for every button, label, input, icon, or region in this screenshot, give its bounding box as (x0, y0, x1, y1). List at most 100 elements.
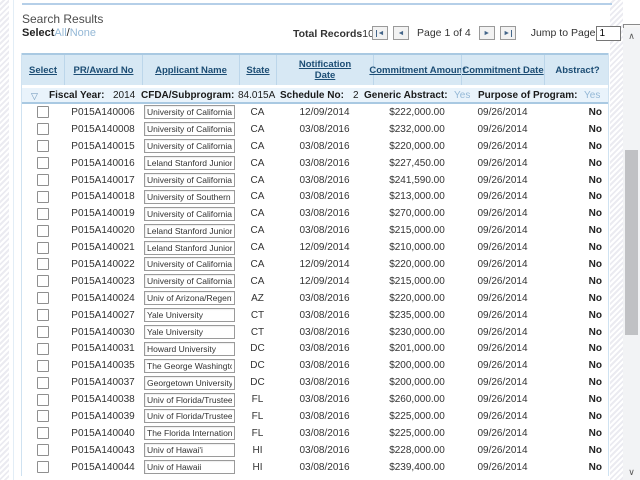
notification-date: 12/09/2014 (276, 107, 373, 118)
applicant-name-input[interactable] (144, 224, 235, 238)
applicant-name-input[interactable] (144, 105, 235, 119)
row-checkbox[interactable] (37, 394, 49, 406)
row-checkbox[interactable] (37, 275, 49, 287)
scroll-down-icon[interactable]: ∨ (623, 464, 640, 480)
cfda-subprogram-label: CFDA/Subprogram: (141, 88, 234, 104)
row-checkbox[interactable] (37, 140, 49, 152)
select-all-link[interactable]: All (54, 27, 66, 39)
row-checkbox[interactable] (37, 258, 49, 270)
applicant-name-input[interactable] (144, 460, 235, 474)
vertical-scrollbar[interactable]: ∧ ∨ (623, 28, 640, 480)
row-checkbox[interactable] (37, 309, 49, 321)
commitment-date: 09/26/2014 (461, 360, 544, 371)
column-header-applicant-name[interactable]: Applicant Name (142, 55, 239, 85)
generic-abstract-link[interactable]: Yes (454, 88, 470, 104)
commitment-date: 09/26/2014 (461, 242, 544, 253)
applicant-name-input[interactable] (144, 426, 235, 440)
state: FL (239, 428, 276, 439)
commitment-date: 09/26/2014 (461, 377, 544, 388)
commitment-date: 09/26/2014 (461, 411, 544, 422)
applicant-name-input[interactable] (144, 241, 235, 255)
first-page-button[interactable]: ◄ (372, 26, 388, 40)
notification-date: 03/08/2016 (276, 327, 373, 338)
pr-award-no: P015A140019 (64, 208, 142, 219)
applicant-name-input[interactable] (144, 409, 235, 423)
applicant-name-input[interactable] (144, 291, 235, 305)
select-none-link[interactable]: None (70, 27, 96, 39)
applicant-name-input[interactable] (144, 325, 235, 339)
pr-award-no: P015A140021 (64, 242, 142, 253)
last-page-button[interactable]: ► (500, 26, 516, 40)
applicant-name-input[interactable] (144, 122, 235, 136)
applicant-name-input[interactable] (144, 274, 235, 288)
purpose-of-program-link[interactable]: Yes (584, 88, 600, 104)
row-checkbox[interactable] (37, 461, 49, 473)
applicant-name-input[interactable] (144, 342, 235, 356)
column-header-select[interactable]: Select (22, 55, 64, 85)
applicant-name-input[interactable] (144, 257, 235, 271)
commitment-date: 09/26/2014 (461, 175, 544, 186)
row-checkbox[interactable] (37, 208, 49, 220)
previous-page-button[interactable]: ◄ (393, 26, 409, 40)
column-header-notification-date[interactable]: Notification Date (276, 55, 373, 85)
collapse-expander-icon[interactable]: ▽ (31, 88, 38, 104)
row-checkbox[interactable] (37, 427, 49, 439)
row-checkbox[interactable] (37, 225, 49, 237)
applicant-name-input[interactable] (144, 156, 235, 170)
row-checkbox[interactable] (37, 174, 49, 186)
applicant-name-input[interactable] (144, 139, 235, 153)
row-checkbox[interactable] (37, 157, 49, 169)
column-header-pr-award-no[interactable]: PR/Award No (64, 55, 142, 85)
row-checkbox[interactable] (37, 191, 49, 203)
notification-date: 03/08/2016 (276, 191, 373, 202)
row-checkbox[interactable] (37, 444, 49, 456)
purpose-of-program-label: Purpose of Program: (478, 88, 577, 104)
pagination: ◄ ◄ Page 1 of 4 ► ► Jump to Page Go (372, 24, 640, 42)
content-left-border (13, 0, 14, 480)
page-title: Search Results (22, 12, 103, 26)
row-checkbox[interactable] (37, 123, 49, 135)
column-header-commitment-date[interactable]: Commitment Date (461, 55, 544, 85)
column-header-abstract: Abstract? (544, 55, 610, 85)
notification-date: 03/08/2016 (276, 445, 373, 456)
scrollbar-thumb[interactable] (625, 150, 638, 335)
applicant-name-input[interactable] (144, 443, 235, 457)
abstract-value: No (544, 360, 610, 371)
column-header-commitment-amount[interactable]: Commitment Amount (373, 55, 461, 85)
row-checkbox[interactable] (37, 242, 49, 254)
commitment-date: 09/26/2014 (461, 343, 544, 354)
column-header-state[interactable]: State (239, 55, 276, 85)
applicant-name-input[interactable] (144, 190, 235, 204)
applicant-name-input[interactable] (144, 359, 235, 373)
table-row: P015A140021 CA 12/09/2014 $210,000.00 09… (22, 239, 608, 256)
commitment-amount: $232,000.00 (373, 124, 461, 135)
applicant-name-input[interactable] (144, 393, 235, 407)
row-checkbox[interactable] (37, 360, 49, 372)
row-checkbox[interactable] (37, 377, 49, 389)
applicant-name-input[interactable] (144, 207, 235, 221)
notification-date: 03/08/2016 (276, 377, 373, 388)
fiscal-year-value: 2014 (113, 88, 135, 104)
pr-award-no: P015A140022 (64, 259, 142, 270)
row-checkbox[interactable] (37, 106, 49, 118)
notification-date: 03/08/2016 (276, 343, 373, 354)
commitment-date: 09/26/2014 (461, 191, 544, 202)
row-checkbox[interactable] (37, 326, 49, 338)
applicant-name-input[interactable] (144, 308, 235, 322)
table-row: P015A140043 HI 03/08/2016 $228,000.00 09… (22, 442, 608, 459)
row-checkbox[interactable] (37, 292, 49, 304)
commitment-date: 09/26/2014 (461, 107, 544, 118)
row-checkbox[interactable] (37, 343, 49, 355)
next-page-button[interactable]: ► (479, 26, 495, 40)
table-row: P015A140030 CT 03/08/2016 $230,000.00 09… (22, 324, 608, 341)
row-checkbox[interactable] (37, 410, 49, 422)
state: CT (239, 310, 276, 321)
scroll-up-icon[interactable]: ∧ (623, 28, 640, 44)
state: HI (239, 462, 276, 473)
commitment-amount: $227,450.00 (373, 158, 461, 169)
applicant-name-input[interactable] (144, 376, 235, 390)
commitment-amount: $201,000.00 (373, 343, 461, 354)
applicant-name-input[interactable] (144, 173, 235, 187)
jump-to-page-input[interactable] (596, 26, 621, 41)
top-divider (22, 3, 612, 5)
